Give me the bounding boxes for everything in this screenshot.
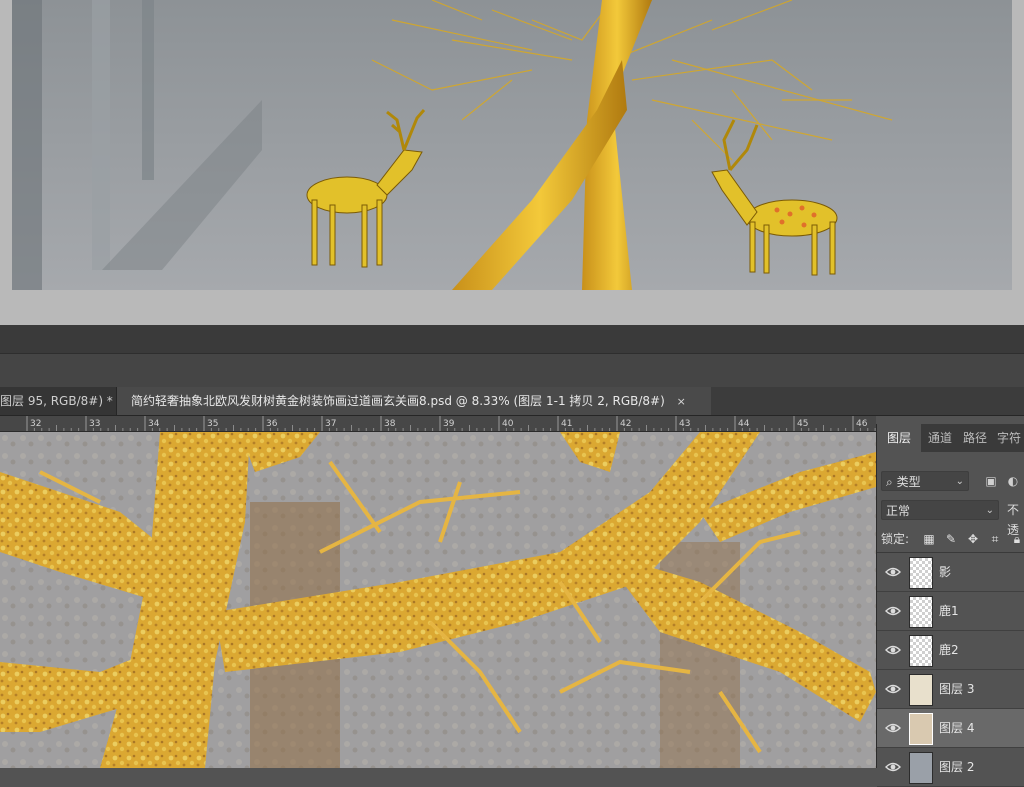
ruler-tick-label: 32 <box>30 419 41 429</box>
ruler-tick-label: 35 <box>207 419 218 429</box>
tab-character[interactable]: 字符 <box>993 424 1024 452</box>
lock-position-icon[interactable]: ✥ <box>965 531 981 547</box>
eye-icon[interactable] <box>885 642 901 658</box>
document-tab-1-label: 图层 95, RGB/8#) * <box>0 394 113 408</box>
document-tab-1[interactable]: 图层 95, RGB/8#) * × <box>0 387 134 415</box>
ruler-tick-label: 34 <box>148 419 160 429</box>
panel-tabs: 图层 通道 路径 字符 <box>877 424 1024 452</box>
chevron-down-icon: ⌄ <box>955 476 964 487</box>
layers-panel: 图层 通道 路径 字符 ⌕ 类型 ⌄ ▣ ◐ 正常 ⌄ 不透 锁定: ▦ ✎ ✥… <box>876 424 1024 787</box>
layer-row[interactable]: 鹿2 <box>877 631 1024 670</box>
chevron-down-icon: ⌄ <box>985 505 994 516</box>
tab-paths[interactable]: 路径 <box>959 424 991 452</box>
layer-name: 鹿1 <box>939 604 959 618</box>
options-bar <box>0 353 1024 388</box>
tab-channels[interactable]: 通道 <box>923 424 957 452</box>
image-filter-icon[interactable]: ▣ <box>983 473 999 489</box>
artwork-preview <box>0 0 1024 325</box>
ruler-ticks: 32 33 34 35 36 37 38 39 40 41 42 43 44 45 46 <box>26 416 876 431</box>
blend-mode-value: 正常 <box>886 504 911 518</box>
eye-icon[interactable] <box>885 603 901 619</box>
document-tab-2[interactable]: 简约轻奢抽象北欧风发财树黄金树装饰画过道画玄关画8.psd @ 8.33% (图… <box>117 387 711 415</box>
horizontal-ruler[interactable]: 32 33 34 35 36 37 38 39 40 41 42 43 44 45 46 <box>0 416 876 432</box>
document-tab-2-label: 简约轻奢抽象北欧风发财树黄金树装饰画过道画玄关画8.psd @ 8.33% (图… <box>131 394 665 408</box>
layer-row[interactable]: 鹿1 <box>877 592 1024 631</box>
layer-filter-label: 类型 <box>896 475 921 489</box>
eye-icon[interactable] <box>885 564 901 580</box>
eye-icon[interactable] <box>885 720 901 736</box>
document-canvas[interactable] <box>0 432 876 768</box>
eye-icon[interactable] <box>885 759 901 775</box>
ruler-tick-label: 42 <box>620 419 631 429</box>
layer-row-selected[interactable]: 图层 4 <box>877 709 1024 748</box>
layer-name: 影 <box>939 565 952 579</box>
lock-row: 锁定: ▦ ✎ ✥ ⌗ 🔒︎ <box>881 528 1024 550</box>
tab-layers[interactable]: 图层 <box>877 424 921 452</box>
close-icon[interactable]: × <box>677 395 686 408</box>
search-icon: ⌕ <box>886 475 893 489</box>
ruler-tick-label: 46 <box>856 419 868 429</box>
ruler-tick-label: 37 <box>325 419 336 429</box>
panel-divider <box>0 325 1024 353</box>
layer-row[interactable]: 图层 3 <box>877 670 1024 709</box>
lock-transparent-icon[interactable]: ▦ <box>921 531 937 547</box>
adjustment-filter-icon[interactable]: ◐ <box>1005 473 1021 489</box>
document-tab-bar: 图层 95, RGB/8#) * × 简约轻奢抽象北欧风发财树黄金树装饰画过道画… <box>0 387 1024 416</box>
ruler-tick-label: 39 <box>443 419 455 429</box>
eye-icon[interactable] <box>885 681 901 697</box>
layer-filter-select[interactable]: ⌕ 类型 ⌄ <box>881 471 969 491</box>
ruler-tick-label: 40 <box>502 419 514 429</box>
layer-thumbnail <box>909 557 933 589</box>
lock-all-icon[interactable]: 🔒︎ <box>1009 531 1024 547</box>
ruler-tick-label: 33 <box>89 419 100 429</box>
layer-thumbnail <box>909 713 933 745</box>
blend-mode-select[interactable]: 正常 ⌄ <box>881 500 999 520</box>
layer-name: 图层 2 <box>939 760 975 774</box>
layer-thumbnail <box>909 752 933 784</box>
lock-artboard-icon[interactable]: ⌗ <box>987 531 1003 547</box>
ruler-tick-label: 38 <box>384 419 396 429</box>
ruler-tick-label: 43 <box>679 419 690 429</box>
layer-thumbnail <box>909 674 933 706</box>
blend-row: 正常 ⌄ 不透 <box>881 500 1024 537</box>
canvas-image <box>0 432 876 768</box>
layer-name: 图层 3 <box>939 682 975 696</box>
layer-filter-row: ⌕ 类型 ⌄ ▣ ◐ <box>881 471 1024 493</box>
layer-name: 鹿2 <box>939 643 959 657</box>
ruler-tick-label: 44 <box>738 419 750 429</box>
lock-label: 锁定: <box>881 532 910 546</box>
ruler-tick-label: 45 <box>797 419 808 429</box>
artwork-preview-image <box>12 0 1012 290</box>
layer-row[interactable]: 影 <box>877 553 1024 592</box>
layer-name: 图层 4 <box>939 721 975 735</box>
layer-thumbnail <box>909 635 933 667</box>
ruler-tick-label: 41 <box>561 419 572 429</box>
ruler-tick-label: 36 <box>266 419 278 429</box>
layer-thumbnail <box>909 596 933 628</box>
layer-list: 影 鹿1 鹿2 图层 3 图层 4 图层 2 <box>877 552 1024 787</box>
lock-paint-icon[interactable]: ✎ <box>943 531 959 547</box>
